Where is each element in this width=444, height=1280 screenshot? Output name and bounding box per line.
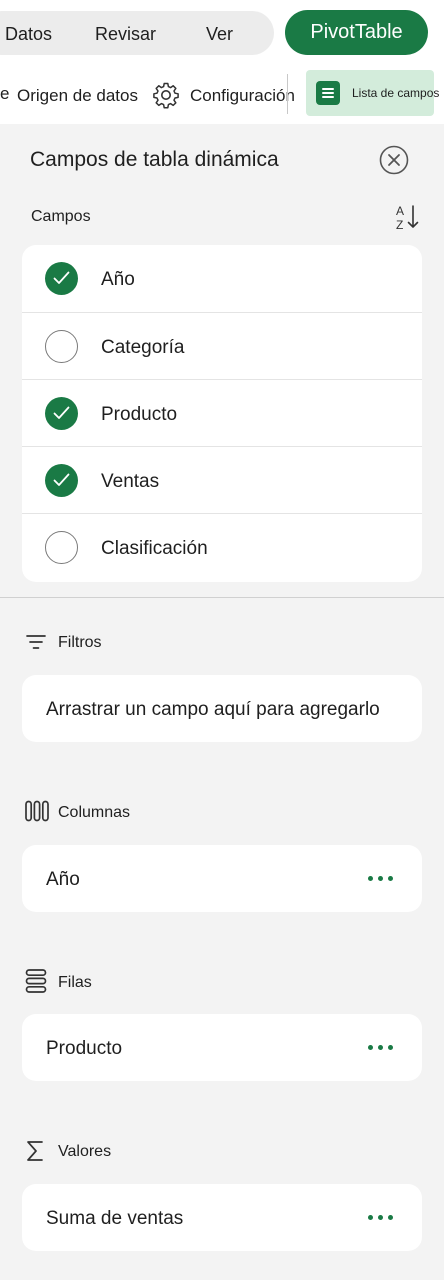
field-row-ano[interactable]: Año <box>22 245 422 312</box>
tab-datos[interactable]: Datos <box>5 24 52 45</box>
rows-drop-zone[interactable]: Producto <box>22 1014 422 1081</box>
field-row-categoria[interactable]: Categoría <box>22 312 422 379</box>
rows-label: Filas <box>58 974 92 991</box>
tab-ver[interactable]: Ver <box>206 24 233 45</box>
tab-revisar[interactable]: Revisar <box>95 24 156 45</box>
list-icon <box>316 81 340 105</box>
section-divider <box>0 597 444 598</box>
ribbon-cut-item[interactable]: e <box>0 84 9 104</box>
field-label: Categoría <box>101 337 185 358</box>
checkmark-icon <box>53 271 70 284</box>
fields-section-label: Campos <box>31 208 91 225</box>
more-options-icon[interactable] <box>368 875 394 883</box>
columns-drop-zone[interactable]: Año <box>22 845 422 912</box>
checkbox-unchecked[interactable] <box>45 531 78 564</box>
filters-placeholder: Arrastrar un campo aquí para agregarlo <box>46 699 380 720</box>
field-row-producto[interactable]: Producto <box>22 379 422 446</box>
filter-icon <box>26 635 46 649</box>
svg-text:A: A <box>396 204 404 218</box>
columns-label: Columnas <box>58 804 131 821</box>
rows-field-chip: Producto <box>46 1038 123 1059</box>
field-row-clasificacion[interactable]: Clasificación <box>22 513 422 580</box>
checkbox-checked[interactable] <box>45 262 78 295</box>
tab-pivottable[interactable]: PivotTable <box>285 10 428 55</box>
field-row-ventas[interactable]: Ventas <box>22 446 422 513</box>
columns-field-chip: Año <box>46 869 80 890</box>
filters-label: Filtros <box>58 634 102 651</box>
panel-title: Campos de tabla dinámica <box>30 148 279 171</box>
checkbox-unchecked[interactable] <box>45 330 78 363</box>
ribbon: Datos Revisar Ver PivotTable e Origen de… <box>0 0 444 124</box>
field-label: Año <box>101 269 135 290</box>
field-label: Clasificación <box>101 538 208 559</box>
sigma-icon <box>27 1141 43 1161</box>
more-options-icon[interactable] <box>368 1044 394 1052</box>
gear-icon[interactable] <box>152 81 180 109</box>
checkmark-icon <box>53 406 70 419</box>
field-list-label: Lista de campos <box>352 86 440 100</box>
filters-drop-zone[interactable]: Arrastrar un campo aquí para agregarlo <box>22 675 422 742</box>
data-source-button[interactable]: Origen de datos <box>17 86 138 106</box>
checkbox-checked[interactable] <box>45 464 78 497</box>
field-label: Producto <box>101 404 178 425</box>
checkbox-checked[interactable] <box>45 397 78 430</box>
values-label: Valores <box>58 1143 112 1160</box>
sort-az-icon[interactable]: A Z <box>395 202 421 232</box>
field-list-card: Año Categoría Producto Ventas Clasificac… <box>22 245 422 582</box>
svg-text:Z: Z <box>396 218 403 232</box>
field-list-button[interactable]: Lista de campos <box>306 70 439 116</box>
checkmark-icon <box>53 473 70 486</box>
close-icon[interactable] <box>379 145 409 175</box>
settings-button[interactable]: Configuración <box>190 86 295 106</box>
ribbon-divider <box>287 74 288 114</box>
values-drop-zone[interactable]: Suma de ventas <box>22 1184 422 1251</box>
more-options-icon[interactable] <box>368 1214 394 1222</box>
values-field-chip: Suma de ventas <box>46 1208 184 1229</box>
field-label: Ventas <box>101 471 160 492</box>
columns-icon <box>25 800 49 822</box>
rows-icon <box>25 969 47 993</box>
